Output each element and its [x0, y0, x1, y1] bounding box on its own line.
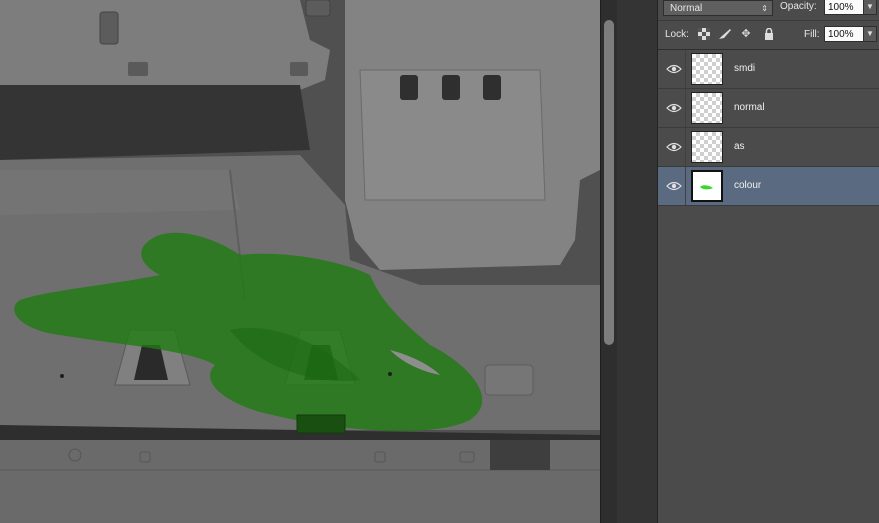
layer-row-smdi[interactable]: smdi	[658, 50, 879, 89]
blend-opacity-row: Normal ⇕ Opacity: 100% ▼	[658, 0, 879, 21]
layers-list: smdi normal as colour	[658, 50, 879, 206]
eye-icon[interactable]	[666, 140, 682, 154]
layer-name: colour	[734, 180, 762, 191]
checker-lock-icon[interactable]	[698, 28, 710, 40]
fill-dropdown-button[interactable]: ▼	[863, 26, 877, 42]
layer-thumbnail[interactable]	[691, 53, 723, 85]
layer-name: normal	[734, 102, 765, 113]
opacity-label: Opacity:	[780, 1, 817, 12]
layer-thumbnail[interactable]	[691, 131, 723, 163]
eye-icon[interactable]	[666, 179, 682, 193]
layer-name: smdi	[734, 63, 756, 74]
canvas-vertical-scrollbar[interactable]	[600, 0, 618, 523]
brush-icon[interactable]	[718, 28, 731, 40]
layer-name: as	[734, 141, 745, 152]
blend-mode-select[interactable]: Normal ⇕	[663, 0, 773, 16]
layer-row-normal[interactable]: normal	[658, 89, 879, 128]
lock-fill-row: Lock: ✥ Fill: 100% ▼	[658, 22, 879, 50]
panel-dock-gutter	[617, 0, 658, 523]
opacity-field[interactable]: 100%	[824, 0, 864, 15]
layers-panel: Normal ⇕ Opacity: 100% ▼ Lock: ✥ Fill: 1…	[658, 0, 879, 523]
eye-icon[interactable]	[666, 62, 682, 76]
texture-artwork	[0, 0, 603, 523]
layer-row-as[interactable]: as	[658, 128, 879, 167]
fill-field[interactable]: 100%	[824, 26, 864, 42]
move-icon[interactable]: ✥	[740, 28, 752, 40]
blend-mode-value: Normal	[670, 3, 703, 14]
fill-label: Fill:	[804, 29, 820, 40]
opacity-dropdown-button[interactable]: ▼	[863, 0, 877, 15]
updown-arrows-icon: ⇕	[761, 4, 768, 13]
scrollbar-thumb[interactable]	[604, 20, 614, 345]
lock-label: Lock:	[665, 29, 689, 40]
document-canvas[interactable]	[0, 0, 603, 523]
layer-thumbnail[interactable]	[691, 92, 723, 124]
layer-row-colour[interactable]: colour	[658, 167, 879, 206]
layer-thumbnail[interactable]	[691, 170, 723, 202]
eye-icon[interactable]	[666, 101, 682, 115]
padlock-icon[interactable]	[763, 27, 775, 40]
